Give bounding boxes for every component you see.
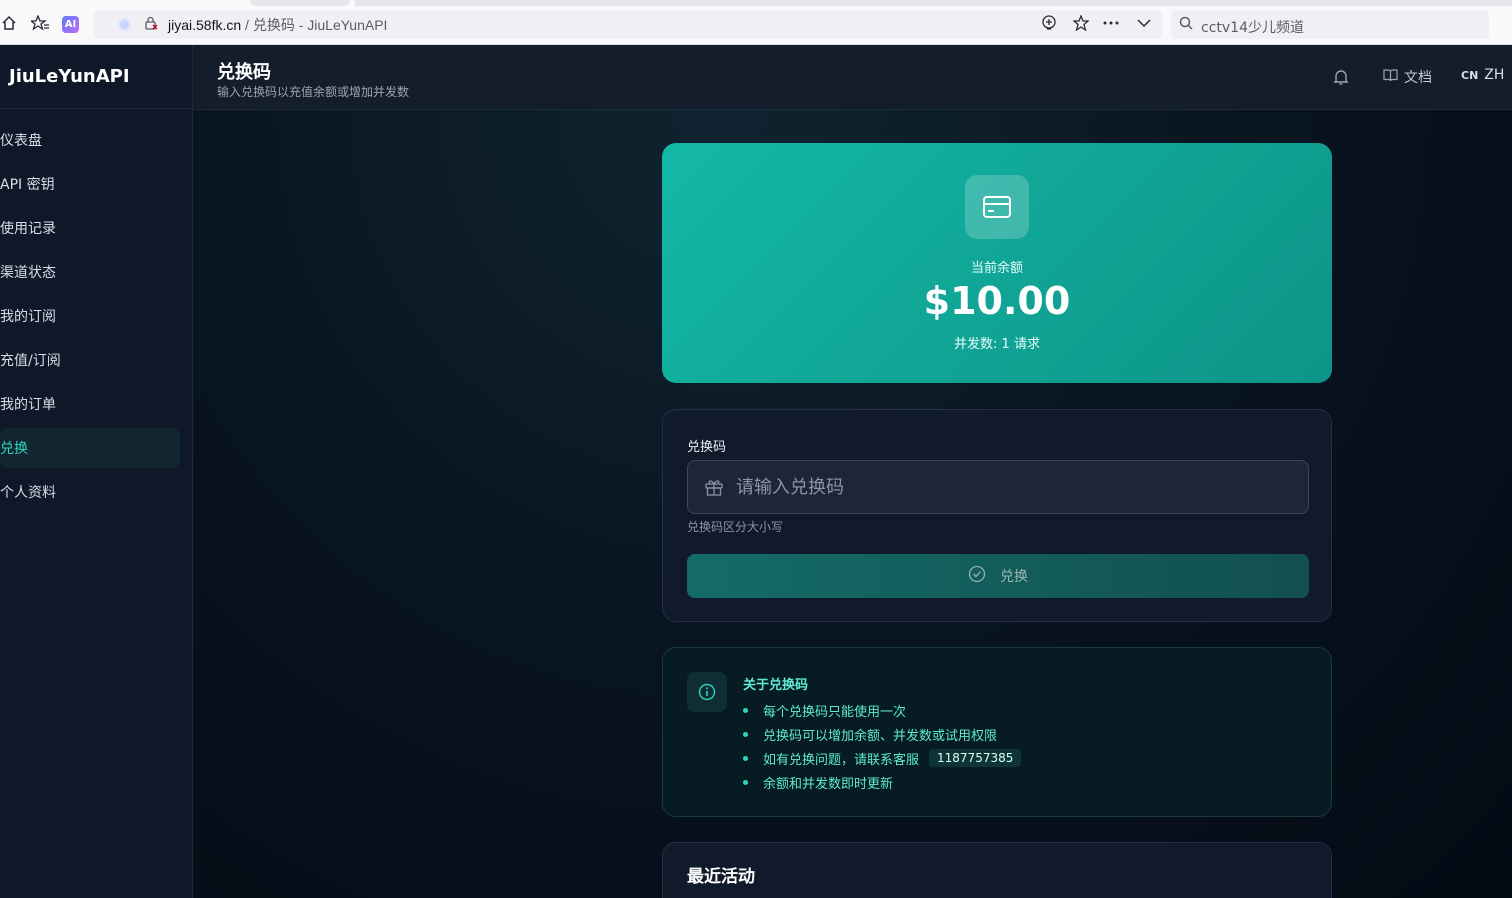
gift-icon xyxy=(704,477,724,497)
browser-search-box[interactable]: cctv14少儿频道 xyxy=(1171,10,1489,39)
list-item: 如有兑换问题，请联系客服 1187757385 xyxy=(743,746,1022,770)
home-icon[interactable] xyxy=(0,14,18,32)
url-text[interactable]: jiyai.58fk.cn / 兑换码 - JiuLeYunAPI xyxy=(168,15,387,35)
sidebar-item-orders[interactable]: 我的订单 xyxy=(0,384,180,424)
redeem-code-field[interactable] xyxy=(687,460,1309,514)
sidebar-item-api-keys[interactable]: API 密钥 xyxy=(0,164,180,204)
ai-extension-icon[interactable]: AI xyxy=(62,16,79,33)
sidebar-item-usage[interactable]: 使用记录 xyxy=(0,208,180,248)
sidebar-item-channel-status[interactable]: 渠道状态 xyxy=(0,252,180,292)
sidebar-nav: 仪表盘 API 密钥 使用记录 渠道状态 我的订阅 充值/订阅 我的订单 兑换 … xyxy=(0,109,192,512)
sidebar-item-dashboard[interactable]: 仪表盘 xyxy=(0,120,180,160)
browser-tab-strip xyxy=(355,0,1512,6)
concurrency-value: 并发数: 1 请求 xyxy=(954,337,1040,352)
about-redeem-card: 关于兑换码 每个兑换码只能使用一次 兑换码可以增加余额、并发数或试用权限 如有兑… xyxy=(662,647,1332,817)
recent-activity-title: 最近活动 xyxy=(687,867,755,887)
sidebar: JiuLeYunAPI 仪表盘 API 密钥 使用记录 渠道状态 我的订阅 充值… xyxy=(0,45,193,898)
browser-tab[interactable] xyxy=(250,0,350,6)
sidebar-item-subscriptions[interactable]: 我的订阅 xyxy=(0,296,180,336)
more-menu-icon[interactable] xyxy=(1102,14,1120,32)
check-circle-icon xyxy=(968,565,986,587)
list-item: 每个兑换码只能使用一次 xyxy=(743,698,1021,722)
language-label: ZH xyxy=(1484,67,1505,83)
search-icon xyxy=(1179,16,1193,34)
bell-icon[interactable] xyxy=(1332,68,1350,86)
bookmark-star-icon[interactable] xyxy=(1072,14,1090,32)
browser-toolbar: AI jiyai.58fk.cn / 兑换码 - JiuLeYunAPI cct… xyxy=(0,0,1512,45)
language-switcher[interactable]: CN ZH xyxy=(1461,67,1504,83)
redeem-code-input[interactable] xyxy=(736,461,1296,513)
balance-label: 当前余额 xyxy=(970,261,1023,276)
page-title: 兑换码 xyxy=(217,62,271,83)
book-icon xyxy=(1383,68,1398,86)
site-info-icon[interactable] xyxy=(118,18,131,31)
redeem-code-label: 兑换码 xyxy=(687,440,727,455)
bookmarks-star-icon[interactable] xyxy=(31,14,49,32)
search-query: cctv14少儿频道 xyxy=(1201,20,1304,36)
case-sensitive-hint: 兑换码区分大小写 xyxy=(687,520,784,534)
list-item: 余额和并发数即时更新 xyxy=(743,770,1021,794)
sidebar-item-redeem[interactable]: 兑换 xyxy=(0,428,180,468)
balance-card: 当前余额 $10.00 并发数: 1 请求 xyxy=(662,143,1332,383)
info-icon xyxy=(687,672,727,712)
support-contact-badge[interactable]: 1187757385 xyxy=(929,749,1022,767)
page-subtitle: 输入兑换码以充值余额或增加并发数 xyxy=(217,85,410,99)
url-path: / 兑换码 - JiuLeYunAPI xyxy=(241,17,388,33)
redeem-form-card: 兑换码 兑换码区分大小写 兑换 xyxy=(662,409,1332,622)
url-domain: jiyai.58fk.cn xyxy=(168,17,242,33)
balance-value: $10.00 xyxy=(923,279,1071,323)
list-item: 兑换码可以增加余额、并发数或试用权限 xyxy=(743,722,1021,746)
brand-logo[interactable]: JiuLeYunAPI xyxy=(0,45,192,109)
redeem-button[interactable]: 兑换 xyxy=(687,554,1309,598)
docs-link[interactable]: 文档 xyxy=(1383,67,1432,87)
sidebar-item-profile[interactable]: 个人资料 xyxy=(0,472,180,512)
about-redeem-title: 关于兑换码 xyxy=(743,678,809,693)
flag-cn-icon: CN xyxy=(1461,69,1479,82)
sidebar-item-recharge[interactable]: 充值/订阅 xyxy=(0,340,180,380)
redeem-button-label: 兑换 xyxy=(1000,569,1028,585)
recent-activity-card: 最近活动 xyxy=(662,842,1332,898)
docs-label: 文档 xyxy=(1404,70,1432,86)
translate-icon[interactable] xyxy=(1040,14,1058,32)
chevron-down-icon[interactable] xyxy=(1135,14,1153,32)
about-redeem-list: 每个兑换码只能使用一次 兑换码可以增加余额、并发数或试用权限 如有兑换问题，请联… xyxy=(743,698,1022,794)
insecure-lock-icon[interactable] xyxy=(144,16,158,34)
credit-card-icon xyxy=(965,175,1029,239)
main-content: 当前余额 $10.00 并发数: 1 请求 兑换码 兑换码区分大小写 兑换 关于… xyxy=(193,110,1512,898)
top-header: 兑换码 输入兑换码以充值余额或增加并发数 文档 CN ZH xyxy=(193,45,1512,110)
